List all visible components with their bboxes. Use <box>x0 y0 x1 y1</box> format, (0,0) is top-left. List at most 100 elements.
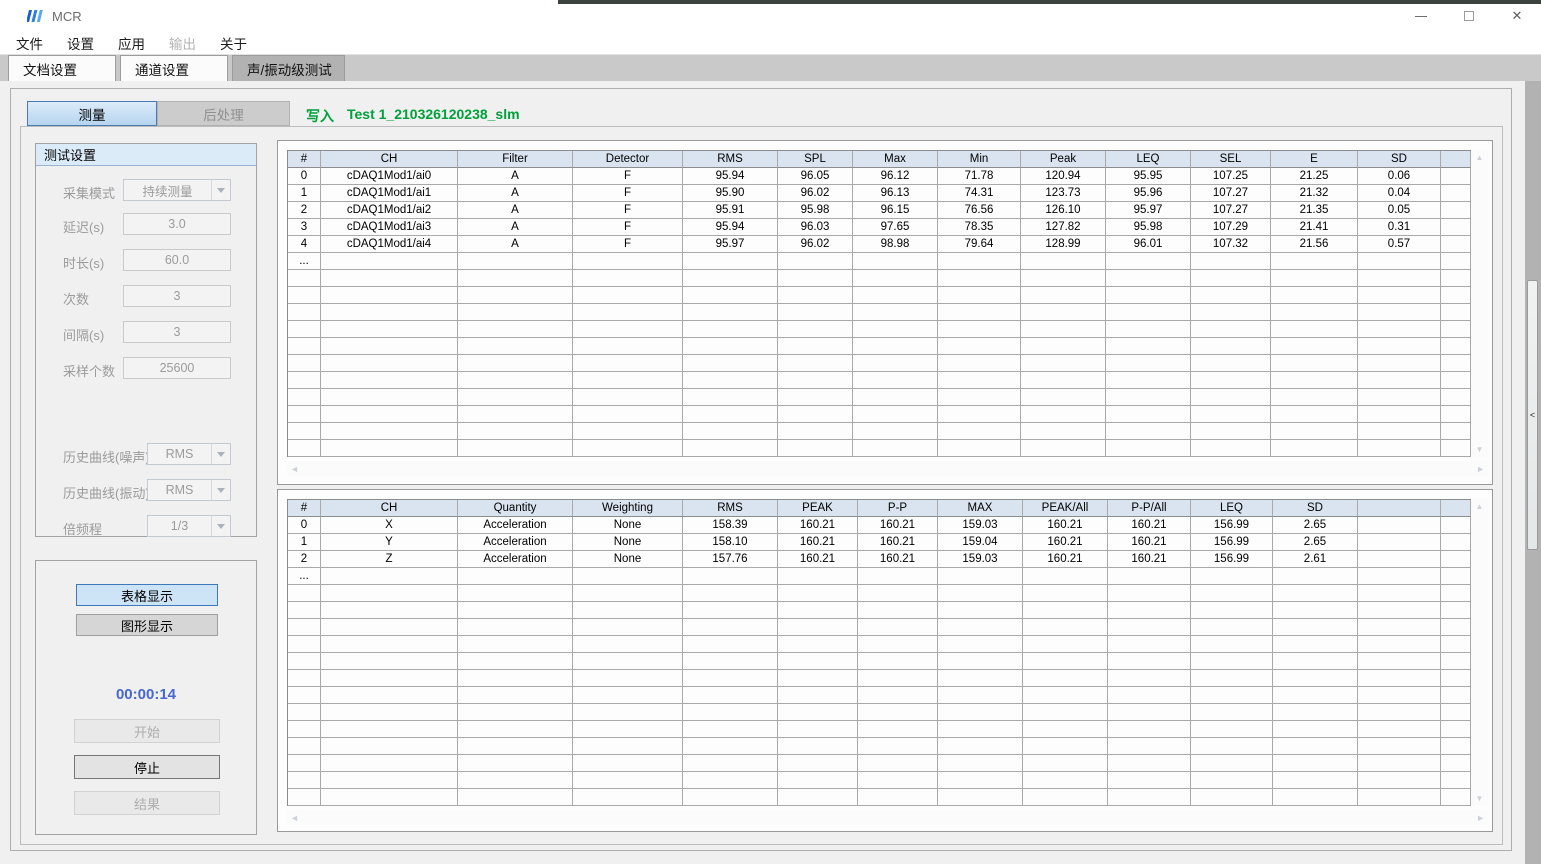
chevron-down-icon[interactable] <box>211 444 230 464</box>
field-input-2[interactable]: 3.0 <box>123 213 231 235</box>
field-dropdown-1[interactable]: 持续测量 <box>123 179 231 201</box>
scroll-right-icon[interactable]: ► <box>1476 813 1485 823</box>
column-header[interactable]: Min <box>938 151 1021 168</box>
cell <box>1441 704 1471 721</box>
field-input-4[interactable]: 3 <box>123 285 231 307</box>
field-input-5[interactable]: 3 <box>123 321 231 343</box>
column-header[interactable]: P-P <box>858 500 938 517</box>
column-header[interactable]: CH <box>321 151 458 168</box>
vibration-row-0[interactable]: 0XAccelerationNone158.39160.21160.21159.… <box>288 517 1471 534</box>
field-dropdown-8[interactable]: RMS <box>147 479 231 501</box>
vibration-more-row[interactable]: ... <box>288 568 1471 585</box>
tab-3[interactable]: 声/振动级测试 <box>232 55 345 81</box>
column-header[interactable] <box>1441 151 1471 168</box>
menu-item-2[interactable]: 设置 <box>55 32 106 55</box>
tab-measure[interactable]: 测量 <box>27 101 157 126</box>
column-header[interactable]: Quantity <box>458 500 573 517</box>
minimize-button[interactable] <box>1398 0 1444 32</box>
chevron-down-icon[interactable] <box>211 480 230 500</box>
scroll-down-icon[interactable]: ▼ <box>1471 794 1488 803</box>
result-button[interactable]: 结果 <box>74 791 220 815</box>
field-input-6[interactable]: 25600 <box>123 357 231 379</box>
column-header[interactable]: P-P/All <box>1108 500 1191 517</box>
field-dropdown-9[interactable]: 1/3 <box>147 515 231 537</box>
column-header[interactable]: Detector <box>573 151 683 168</box>
column-header[interactable]: Filter <box>458 151 573 168</box>
cell <box>1108 670 1191 687</box>
column-header[interactable]: RMS <box>683 500 778 517</box>
tab-2[interactable]: 通道设置 <box>120 55 228 81</box>
cell <box>778 423 853 440</box>
sound-row-1[interactable]: 1cDAQ1Mod1/ai1AF95.9096.0296.1374.31123.… <box>288 185 1471 202</box>
vibration-table-hscrollbar[interactable]: ◄ ► <box>287 810 1488 825</box>
menu-item-4[interactable]: 输出 <box>157 32 208 55</box>
column-header[interactable]: CH <box>321 500 458 517</box>
cell: 96.13 <box>853 185 938 202</box>
column-header[interactable]: PEAK/All <box>1023 500 1108 517</box>
sound-row-3[interactable]: 3cDAQ1Mod1/ai3AF95.9496.0397.6578.35127.… <box>288 219 1471 236</box>
column-header[interactable]: PEAK <box>778 500 858 517</box>
maximize-button[interactable] <box>1446 0 1492 32</box>
column-header[interactable]: SD <box>1273 500 1358 517</box>
column-header[interactable]: MAX <box>938 500 1023 517</box>
tab-postprocess[interactable]: 后处理 <box>157 101 290 126</box>
column-header[interactable] <box>1358 500 1441 517</box>
start-button[interactable]: 开始 <box>74 719 220 743</box>
sound-table-vscrollbar[interactable]: ▲ ▼ <box>1471 150 1488 457</box>
menu-item-1[interactable]: 文件 <box>4 32 55 55</box>
cell: 95.98 <box>1106 219 1191 236</box>
chevron-down-icon[interactable] <box>211 516 230 536</box>
panel-collapse-handle[interactable]: < <box>1527 280 1538 550</box>
column-header[interactable]: LEQ <box>1191 500 1273 517</box>
column-header[interactable]: SEL <box>1191 151 1271 168</box>
sound-row-2[interactable]: 2cDAQ1Mod1/ai2AF95.9195.9896.1576.56126.… <box>288 202 1471 219</box>
scroll-up-icon[interactable]: ▲ <box>1471 153 1488 162</box>
column-header[interactable]: E <box>1271 151 1358 168</box>
scroll-right-icon[interactable]: ► <box>1476 464 1485 474</box>
column-header[interactable]: SD <box>1358 151 1441 168</box>
column-header[interactable] <box>1441 500 1471 517</box>
vibration-row-1[interactable]: 1YAccelerationNone158.10160.21160.21159.… <box>288 534 1471 551</box>
sound-table-hscrollbar[interactable]: ◄ ► <box>287 461 1488 476</box>
column-header[interactable]: Max <box>853 151 938 168</box>
cell <box>858 687 938 704</box>
scroll-left-icon[interactable]: ◄ <box>290 813 299 823</box>
cell <box>1273 738 1358 755</box>
column-header[interactable]: LEQ <box>1106 151 1191 168</box>
scroll-left-icon[interactable]: ◄ <box>290 464 299 474</box>
sound-row-4[interactable]: 4cDAQ1Mod1/ai4AF95.9796.0298.9879.64128.… <box>288 236 1471 253</box>
chevron-down-icon[interactable] <box>211 180 230 200</box>
tab-1[interactable]: 文档设置 <box>8 55 116 81</box>
column-header[interactable]: Peak <box>1021 151 1106 168</box>
column-header[interactable]: # <box>288 500 321 517</box>
field-input-3[interactable]: 60.0 <box>123 249 231 271</box>
column-header[interactable]: RMS <box>683 151 778 168</box>
sound-more-row[interactable]: ... <box>288 253 1471 270</box>
vibration-row-2[interactable]: 2ZAccelerationNone157.76160.21160.21159.… <box>288 551 1471 568</box>
cell <box>683 585 778 602</box>
close-button[interactable]: ✕ <box>1494 0 1540 32</box>
cell <box>1191 372 1271 389</box>
cell <box>938 721 1023 738</box>
cell <box>683 355 778 372</box>
cell <box>778 389 853 406</box>
scroll-down-icon[interactable]: ▼ <box>1471 445 1488 454</box>
column-header[interactable]: Weighting <box>573 500 683 517</box>
cell <box>853 321 938 338</box>
cell <box>1441 619 1471 636</box>
column-header[interactable]: SPL <box>778 151 853 168</box>
scroll-up-icon[interactable]: ▲ <box>1471 502 1488 511</box>
menu-item-5[interactable]: 关于 <box>208 32 259 55</box>
field-dropdown-7[interactable]: RMS <box>147 443 231 465</box>
cell <box>938 653 1023 670</box>
cell: 2 <box>288 202 321 219</box>
graph-display-button[interactable]: 图形显示 <box>76 614 218 636</box>
sound-row-0[interactable]: 0cDAQ1Mod1/ai0AF95.9496.0596.1271.78120.… <box>288 168 1471 185</box>
column-header[interactable]: # <box>288 151 321 168</box>
menu-item-3[interactable]: 应用 <box>106 32 157 55</box>
field-label-6: 采样个数 <box>63 361 115 380</box>
stop-button[interactable]: 停止 <box>74 755 220 779</box>
vibration-table-vscrollbar[interactable]: ▲ ▼ <box>1471 499 1488 806</box>
table-display-button[interactable]: 表格显示 <box>76 584 218 606</box>
cell <box>1106 287 1191 304</box>
